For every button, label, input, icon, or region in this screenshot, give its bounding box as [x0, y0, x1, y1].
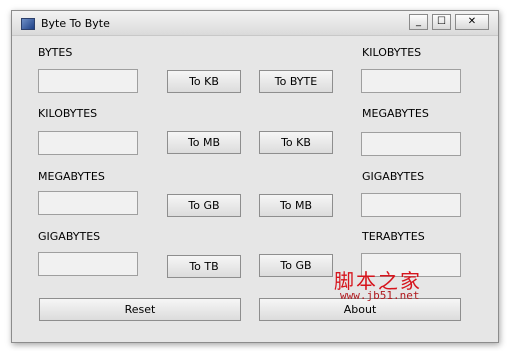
gigabytes-left-input[interactable] [38, 252, 138, 276]
megabytes-right-input[interactable] [361, 132, 461, 156]
kilobytes-left-label: KILOBYTES [38, 107, 98, 120]
bytes-label: BYTES [38, 46, 73, 59]
gigabytes-right-label: GIGABYTES [362, 170, 425, 183]
watermark-url: www.jb51.net [340, 289, 420, 302]
to-kb-button[interactable]: To KB [167, 70, 241, 93]
minimize-button[interactable]: _ [409, 14, 428, 30]
gigabytes-right-input[interactable] [361, 193, 461, 217]
app-icon [21, 18, 35, 30]
close-button[interactable]: ✕ [455, 14, 489, 30]
kilobytes-left-input[interactable] [38, 131, 138, 155]
to-mb-down-button[interactable]: To MB [259, 194, 333, 217]
title-bar[interactable]: Byte To Byte _ ☐ ✕ [12, 11, 498, 36]
to-kb-down-button[interactable]: To KB [259, 131, 333, 154]
to-gb-button[interactable]: To GB [167, 194, 241, 217]
window-title: Byte To Byte [41, 17, 110, 30]
kilobytes-right-label: KILOBYTES [362, 46, 422, 59]
maximize-button[interactable]: ☐ [432, 14, 451, 30]
to-gb-down-button[interactable]: To GB [259, 254, 333, 277]
to-byte-button[interactable]: To BYTE [259, 70, 333, 93]
reset-button[interactable]: Reset [39, 298, 241, 321]
megabytes-left-label: MEGABYTES [38, 170, 105, 183]
megabytes-right-label: MEGABYTES [362, 107, 429, 120]
terabytes-right-label: TERABYTES [362, 230, 425, 243]
kilobytes-right-input[interactable] [361, 69, 461, 93]
gigabytes-left-label: GIGABYTES [38, 230, 101, 243]
bytes-input[interactable] [38, 69, 138, 93]
megabytes-left-input[interactable] [38, 191, 138, 215]
to-mb-button[interactable]: To MB [167, 131, 241, 154]
to-tb-button[interactable]: To TB [167, 255, 241, 278]
app-window: Byte To Byte _ ☐ ✕ BYTES KILOBYTES To KB… [11, 10, 499, 343]
